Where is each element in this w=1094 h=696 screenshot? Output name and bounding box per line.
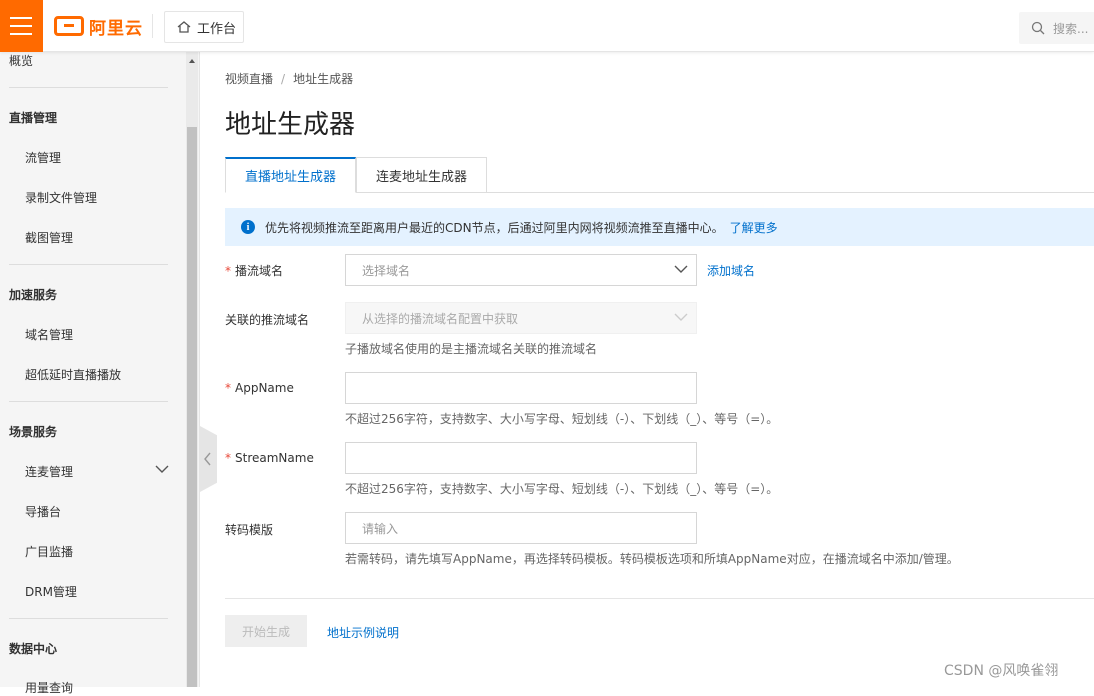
play-domain-label: * 播流域名 (225, 264, 284, 278)
menu-icon[interactable] (0, 0, 43, 52)
stream-name-label: * StreamName (225, 451, 314, 465)
sidebar-item-recording-files[interactable]: 录制文件管理 (25, 189, 97, 206)
sidebar-group-data-center: 数据中心 (9, 642, 58, 656)
notice-text: 优先将视频推流至距离用户最近的CDN节点，后通过阿里内网将视频流推至直播中心。 (265, 220, 724, 235)
logo-text: 阿里云 (89, 18, 143, 39)
top-bar: 阿里云 工作台 搜索... (0, 0, 1094, 52)
push-domain-select: 从选择的播流域名配置中获取 (345, 302, 697, 334)
search-placeholder: 搜索... (1053, 21, 1089, 36)
search-icon (1031, 21, 1045, 35)
transcode-template-input[interactable]: 请输入 (345, 512, 697, 544)
transcode-placeholder: 请输入 (362, 521, 399, 536)
stream-name-hint: 不超过256字符，支持数字、大小写字母、短划线（-）、下划线（_）、等号（=）。 (345, 482, 779, 496)
logo-mark-icon (54, 16, 84, 36)
chevron-down-icon (674, 265, 688, 273)
sidebar-item-snapshot-management[interactable]: 截图管理 (25, 229, 73, 246)
stream-name-input[interactable] (345, 442, 697, 474)
sidebar-item-overview[interactable]: 概览 (9, 52, 33, 69)
push-domain-placeholder: 从选择的播流域名配置中获取 (362, 311, 519, 326)
sidebar-divider (9, 87, 168, 88)
learn-more-link[interactable]: 了解更多 (730, 219, 778, 236)
push-domain-hint: 子播放域名使用的是主播流域名关联的推流域名 (345, 342, 598, 356)
info-icon: i (241, 220, 255, 234)
search-input[interactable]: 搜索... (1019, 12, 1094, 44)
workbench-button[interactable]: 工作台 (164, 11, 244, 43)
csdn-credit-watermark: CSDN @风唤雀翎 (944, 663, 1059, 679)
sidebar-item-usage-query[interactable]: 用量查询 (25, 679, 73, 696)
breadcrumb-parent[interactable]: 视频直播 (225, 72, 273, 86)
scroll-up-icon[interactable] (187, 56, 197, 66)
sidebar-divider (9, 264, 168, 265)
page-title: 地址生成器 (225, 110, 356, 140)
address-example-link[interactable]: 地址示例说明 (327, 624, 399, 641)
tab-live-address-generator[interactable]: 直播地址生成器 (225, 157, 356, 193)
sidebar-item-domain-management[interactable]: 域名管理 (25, 326, 73, 343)
sidebar-item-drm[interactable]: DRM管理 (25, 583, 77, 600)
play-domain-select[interactable]: 选择域名 (345, 254, 697, 286)
tab-mic-address-generator[interactable]: 连麦地址生成器 (356, 157, 487, 193)
aliyun-logo[interactable]: 阿里云 (54, 15, 143, 39)
workbench-label: 工作台 (197, 21, 237, 37)
app-name-input[interactable] (345, 372, 697, 404)
chevron-left-icon[interactable] (203, 452, 212, 466)
sidebar-group-acceleration: 加速服务 (9, 288, 58, 302)
sidebar-item-stream-management[interactable]: 流管理 (25, 149, 61, 166)
sidebar-divider (9, 401, 168, 402)
start-generate-button[interactable]: 开始生成 (225, 615, 307, 647)
sidebar-divider (9, 618, 168, 619)
play-domain-placeholder: 选择域名 (362, 263, 411, 278)
sidebar-group-scene-services: 场景服务 (9, 425, 58, 439)
sidebar-item-director-console[interactable]: 导播台 (25, 503, 61, 520)
sidebar-item-mic-linking[interactable]: 连麦管理 (25, 463, 73, 480)
sidebar-scroll-thumb[interactable] (187, 127, 197, 687)
app-name-hint: 不超过256字符，支持数字、大小写字母、短划线（-）、下划线（_）、等号（=）。 (345, 412, 779, 426)
transcode-hint: 若需转码，请先填写AppName，再选择转码模板。转码模板选项和所填AppNam… (345, 552, 959, 566)
info-notice: i 优先将视频推流至距离用户最近的CDN节点，后通过阿里内网将视频流推至直播中心… (225, 208, 1094, 246)
breadcrumb-current: 地址生成器 (293, 72, 354, 86)
app-name-label: * AppName (225, 381, 294, 395)
sidebar-item-content-monitoring[interactable]: 广目监播 (25, 543, 73, 560)
form-divider (225, 598, 1094, 599)
chevron-down-icon (674, 313, 688, 321)
chevron-down-icon[interactable] (155, 464, 169, 474)
sidebar-group-live-management: 直播管理 (9, 111, 58, 125)
sidebar-item-low-latency-playback[interactable]: 超低延时直播播放 (25, 366, 121, 383)
breadcrumb: 视频直播 / 地址生成器 (225, 70, 353, 87)
transcode-template-label: 转码模版 (225, 523, 274, 537)
tabs-divider (486, 192, 1094, 193)
home-icon (177, 21, 191, 33)
header-divider (152, 14, 153, 38)
add-domain-link[interactable]: 添加域名 (707, 262, 755, 279)
push-domain-label: 关联的推流域名 (225, 313, 310, 327)
breadcrumb-separator: / (281, 72, 286, 86)
